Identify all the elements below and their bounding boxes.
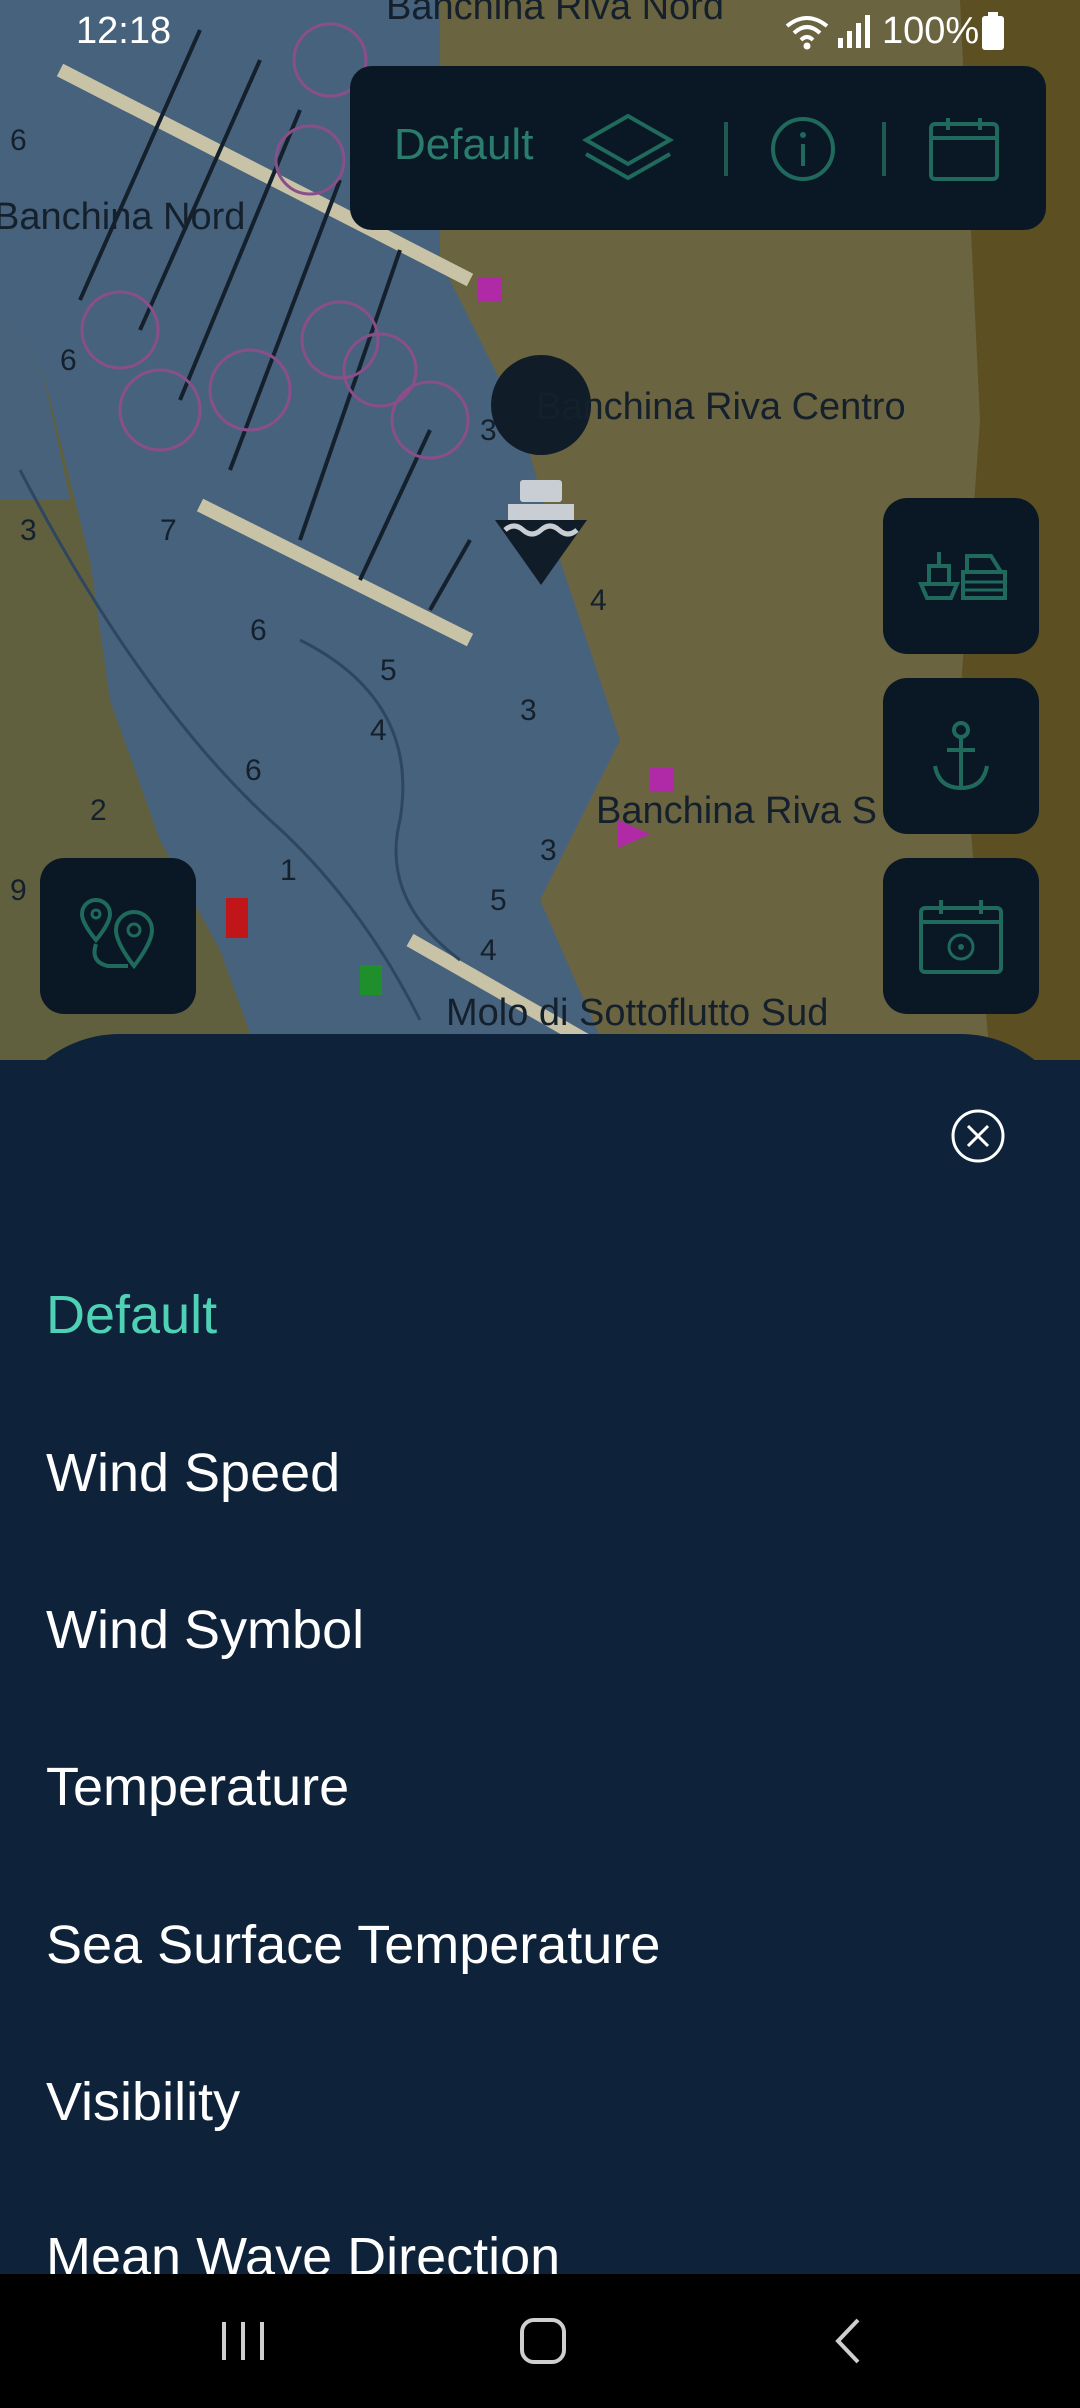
map-label: Molo di Sottoflutto Sud <box>446 992 829 1034</box>
map-label: Banchina Nord <box>0 196 246 238</box>
battery-icon <box>982 12 1004 50</box>
recents-icon[interactable] <box>218 2318 268 2364</box>
layer-option-temperature[interactable]: Temperature <box>46 1756 349 1818</box>
svg-text:9: 9 <box>10 874 27 907</box>
toolbar-divider <box>724 122 728 176</box>
signal-icon <box>838 15 870 48</box>
calendar-helm-icon <box>919 900 1003 974</box>
svg-text:3: 3 <box>520 694 537 727</box>
layers-icon[interactable] <box>580 110 676 186</box>
svg-text:5: 5 <box>490 884 507 917</box>
svg-text:1: 1 <box>280 854 297 887</box>
layer-option-visibility[interactable]: Visibility <box>46 2071 240 2133</box>
anchor-button[interactable] <box>883 678 1039 834</box>
anchor-icon <box>933 721 989 791</box>
layer-option-wind-symbol[interactable]: Wind Symbol <box>46 1599 364 1661</box>
svg-text:6: 6 <box>10 124 27 157</box>
svg-text:4: 4 <box>480 934 497 967</box>
layer-option-wind-speed[interactable]: Wind Speed <box>46 1442 340 1504</box>
map-label: Banchina Riva Centro <box>536 386 906 428</box>
svg-text:2: 2 <box>90 794 107 827</box>
layer-option-sea-surface-temperature[interactable]: Sea Surface Temperature <box>46 1914 660 1976</box>
layer-option-mean-wave-direction[interactable]: Mean Wave Direction <box>46 2226 560 2274</box>
home-icon[interactable] <box>518 2316 568 2366</box>
svg-text:3: 3 <box>20 514 37 547</box>
battery-percentage: 100% <box>882 10 980 52</box>
status-time: 12:18 <box>76 10 172 52</box>
map-toolbar: Default <box>350 66 1046 230</box>
svg-text:5: 5 <box>380 654 397 687</box>
back-icon[interactable] <box>828 2316 868 2366</box>
route-planner-button[interactable] <box>40 858 196 1014</box>
layer-option-default[interactable]: Default <box>46 1284 217 1346</box>
system-navigation-bar <box>0 2274 1080 2408</box>
status-bar: 12:18 100% <box>0 0 1080 64</box>
svg-text:7: 7 <box>160 514 177 547</box>
close-icon[interactable] <box>950 1108 1006 1164</box>
wifi-icon <box>785 16 829 50</box>
layer-selection-sheet: Default Wind Speed Wind Symbol Temperatu… <box>0 1034 1080 2274</box>
svg-text:4: 4 <box>370 714 387 747</box>
svg-text:4: 4 <box>590 584 607 617</box>
toolbar-divider <box>882 122 886 176</box>
map-label: Banchina Riva S <box>596 790 877 832</box>
layer-selector-label[interactable]: Default <box>394 120 533 170</box>
info-icon[interactable] <box>770 116 836 182</box>
svg-text:3: 3 <box>540 834 557 867</box>
svg-text:6: 6 <box>250 614 267 647</box>
route-pin-icon <box>79 897 155 970</box>
calendar-icon[interactable] <box>928 116 1000 182</box>
svg-text:6: 6 <box>245 754 262 787</box>
calendar-helm-button[interactable] <box>883 858 1039 1014</box>
svg-text:6: 6 <box>60 344 77 377</box>
port-services-icon <box>917 552 1007 600</box>
port-services-button[interactable] <box>883 498 1039 654</box>
